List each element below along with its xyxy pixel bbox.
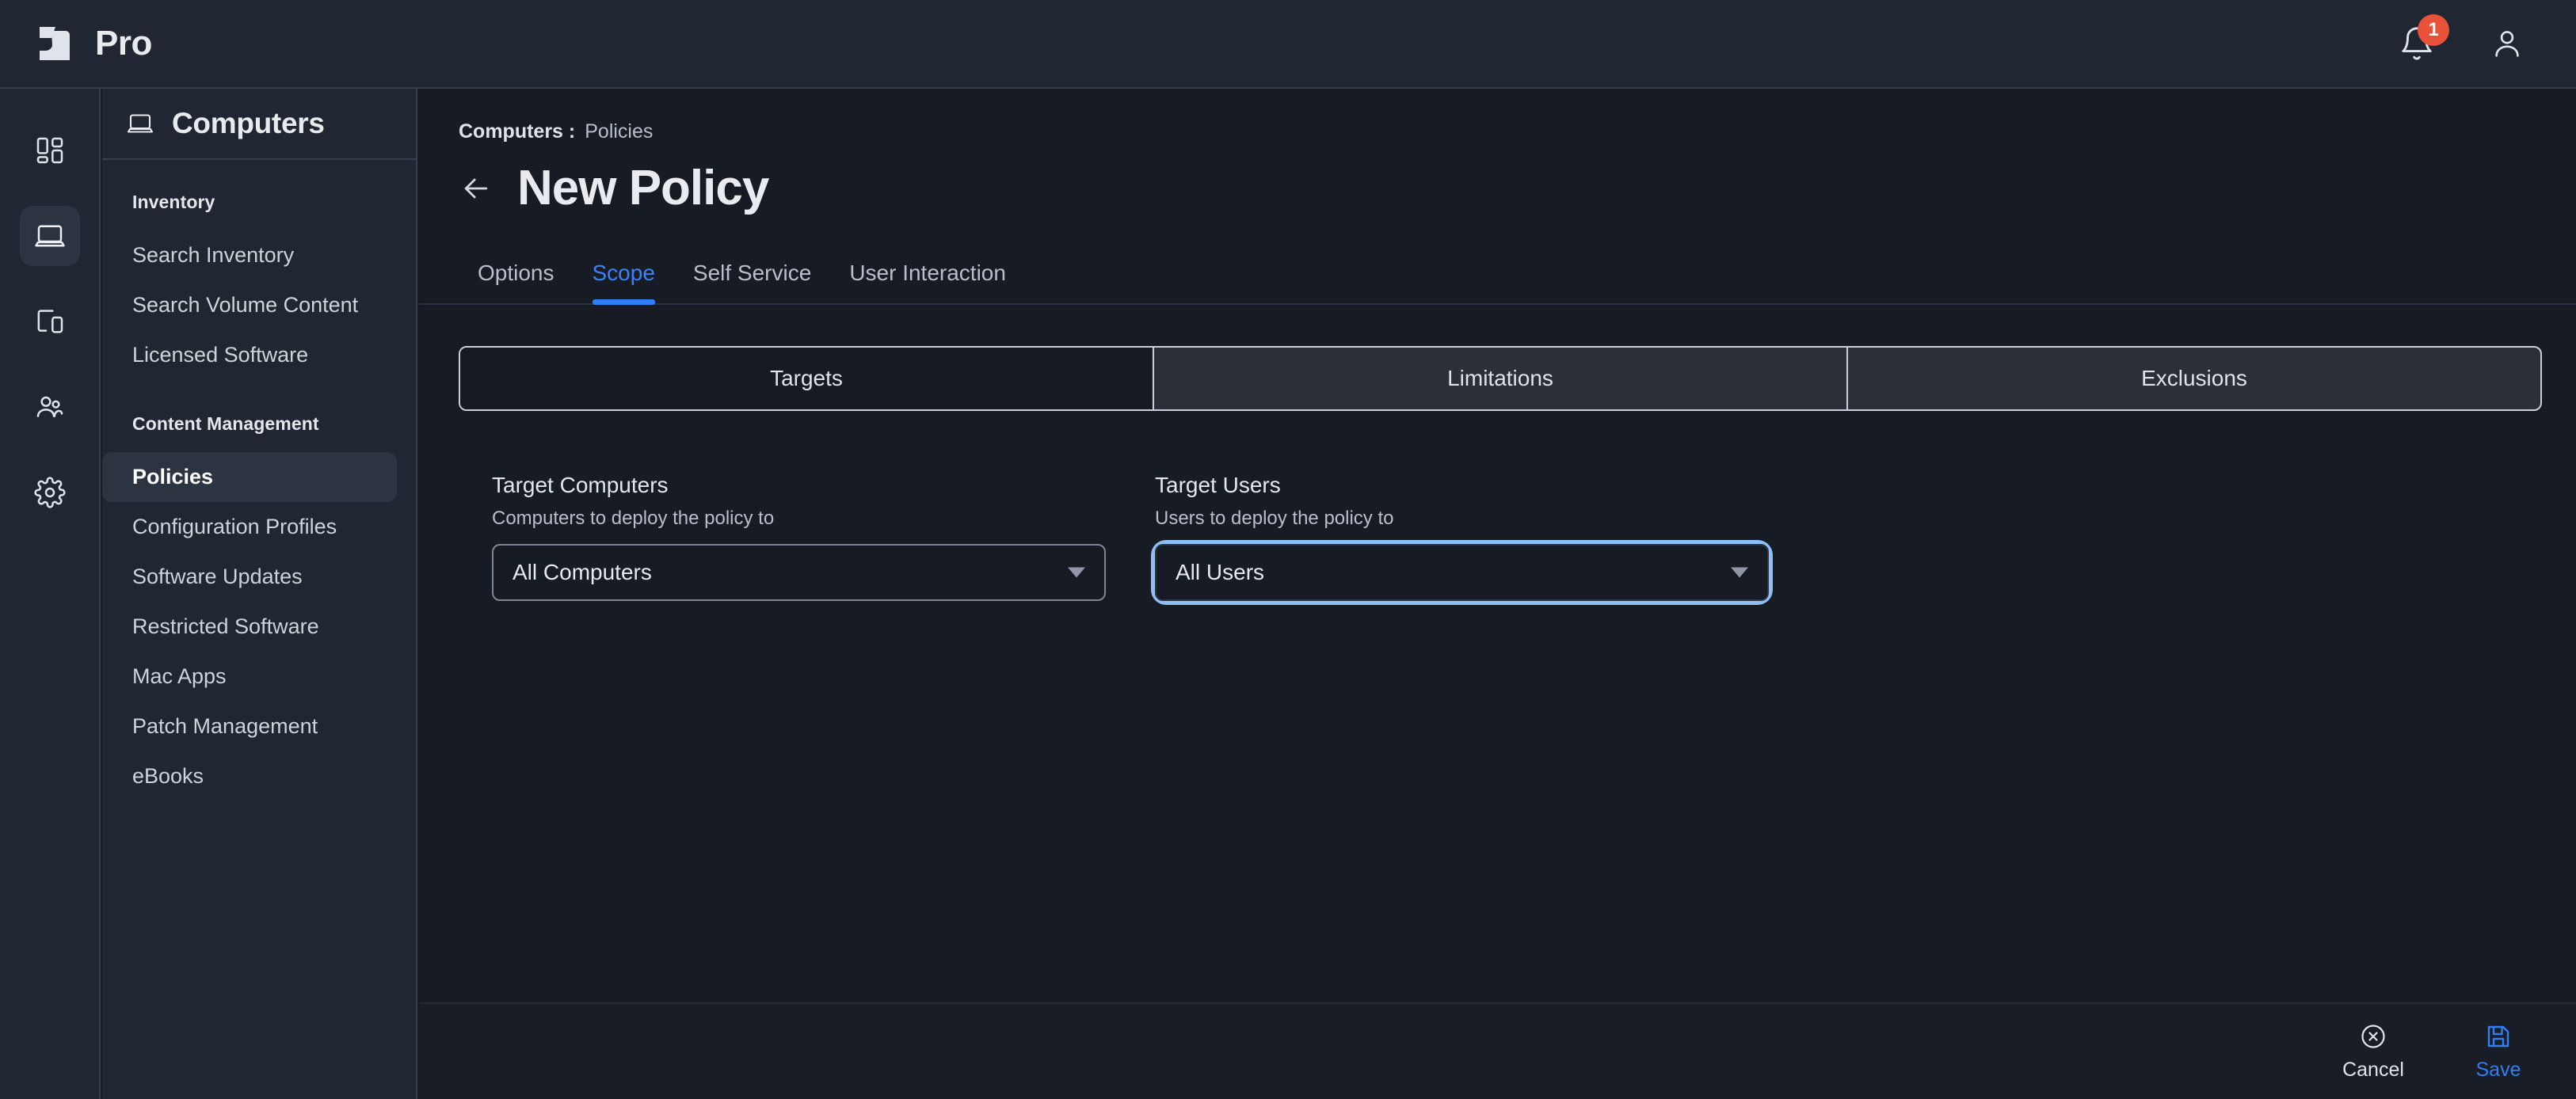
close-circle-icon	[2361, 1024, 2385, 1048]
sidebar-item-policies[interactable]: Policies	[102, 452, 397, 502]
laptop-icon	[34, 225, 65, 247]
floppy-disk-save-icon	[2487, 1025, 2509, 1047]
sidebar-item-search-inventory[interactable]: Search Inventory	[102, 230, 397, 280]
tab-bar: Options Scope Self Service User Interact…	[419, 248, 2576, 305]
target-users-field: Target Users Users to deploy the policy …	[1155, 473, 1769, 601]
target-users-select[interactable]: All Users	[1155, 544, 1769, 601]
sidebar-nav: Inventory Search Inventory Search Volume…	[102, 160, 416, 801]
sidebar-title: Computers	[172, 107, 325, 139]
laptop-icon	[127, 114, 154, 133]
arrow-left-icon[interactable]	[459, 171, 493, 206]
target-users-label: Target Users	[1155, 473, 1281, 497]
sidebar-item-licensed-software[interactable]: Licensed Software	[102, 330, 397, 380]
sidebar: Computers Inventory Search Inventory Sea…	[102, 89, 417, 1099]
sidebar-item-configuration-profiles[interactable]: Configuration Profiles	[102, 502, 397, 552]
save-label: Save	[2475, 1058, 2521, 1081]
sidebar-item-restricted-software[interactable]: Restricted Software	[102, 602, 397, 652]
breadcrumb-computers[interactable]: Computers :	[459, 120, 575, 143]
brand-name: Pro	[95, 24, 152, 63]
main-content: Computers : Policies New Policy Options …	[419, 89, 2576, 1099]
mobile-devices-icon	[37, 310, 63, 333]
breadcrumb: Computers : Policies	[459, 120, 2576, 143]
scope-panel: Targets Limitations Exclusions Target Co…	[419, 305, 2576, 601]
app-root: Pro 1 Computers Inventory Search Invento…	[0, 0, 2576, 1099]
target-computers-field: Target Computers Computers to deploy the…	[492, 473, 1106, 601]
nav-group-label-content-management: Content Management	[132, 413, 319, 434]
page-title: New Policy	[517, 161, 769, 215]
sidebar-item-software-updates[interactable]: Software Updates	[102, 552, 397, 602]
action-bar: Cancel Save	[419, 1002, 2576, 1099]
target-users-select-wrap: All Users	[1155, 544, 1769, 601]
users-icon	[36, 396, 63, 417]
sidebar-item-mac-apps[interactable]: Mac Apps	[102, 652, 397, 702]
account-button[interactable]	[2486, 22, 2528, 65]
tab-self-service[interactable]: Self Service	[674, 248, 830, 303]
nav-group-content-management: Content Management Policies Configuratio…	[102, 413, 416, 801]
rail-item-dashboard[interactable]	[20, 120, 80, 181]
sidebar-item-search-volume-content[interactable]: Search Volume Content	[102, 280, 397, 330]
page-header: Computers : Policies New Policy	[419, 89, 2576, 213]
nav-group-label-inventory: Inventory	[132, 192, 215, 212]
gear-icon	[34, 477, 65, 508]
topbar-actions: 1	[2395, 14, 2528, 65]
segment-exclusions[interactable]: Exclusions	[1848, 348, 2540, 409]
sidebar-header: Computers	[102, 89, 416, 160]
notification-badge: 1	[2418, 14, 2449, 46]
tab-scope[interactable]: Scope	[574, 248, 674, 305]
title-row: New Policy	[459, 164, 2576, 213]
rail-item-settings[interactable]	[20, 462, 80, 523]
target-computers-select[interactable]: All Computers	[492, 544, 1106, 601]
jamf-logo-icon	[33, 21, 79, 67]
target-users-hint: Users to deploy the policy to	[1155, 508, 1394, 529]
icon-rail	[0, 89, 101, 1099]
nav-group-inventory: Inventory Search Inventory Search Volume…	[102, 192, 416, 380]
rail-item-mobile-devices[interactable]	[20, 291, 80, 352]
notifications-button[interactable]: 1	[2395, 14, 2449, 65]
sidebar-item-patch-management[interactable]: Patch Management	[102, 702, 397, 751]
dashboard-grid-icon	[36, 137, 63, 164]
breadcrumb-policies[interactable]: Policies	[585, 120, 653, 143]
targets-fields: Target Computers Computers to deploy the…	[459, 473, 2536, 601]
user-account-icon	[2495, 31, 2519, 57]
segment-limitations[interactable]: Limitations	[1154, 348, 1848, 409]
cancel-label: Cancel	[2342, 1058, 2404, 1081]
tab-user-interaction[interactable]: User Interaction	[830, 248, 1025, 303]
target-computers-hint: Computers to deploy the policy to	[492, 508, 775, 529]
segment-targets[interactable]: Targets	[460, 348, 1154, 409]
target-computers-label: Target Computers	[492, 473, 669, 497]
top-bar: Pro 1	[0, 0, 2576, 89]
sidebar-item-ebooks[interactable]: eBooks	[102, 751, 397, 801]
rail-item-users[interactable]	[20, 377, 80, 437]
tab-options[interactable]: Options	[459, 248, 574, 303]
save-button[interactable]: Save	[2465, 1022, 2532, 1082]
rail-item-computers[interactable]	[19, 206, 80, 266]
brand[interactable]: Pro	[33, 21, 152, 67]
target-computers-select-wrap: All Computers	[492, 544, 1106, 601]
cancel-button[interactable]: Cancel	[2340, 1022, 2406, 1082]
scope-segmented-control: Targets Limitations Exclusions	[459, 346, 2542, 411]
